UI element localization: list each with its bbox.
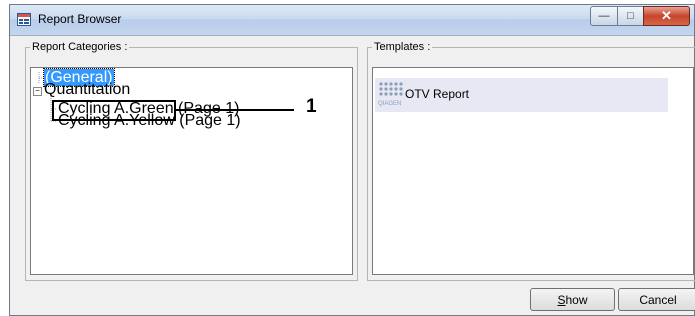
maximize-icon: □ [627, 10, 634, 22]
maximize-button[interactable]: □ [617, 6, 644, 26]
show-button-mnemonic: S [557, 292, 566, 307]
template-label: OTV Report [405, 87, 470, 101]
callout-leader-line [176, 109, 294, 111]
cancel-button-label: Cancel [639, 292, 677, 307]
show-button-label: how [565, 292, 588, 307]
templates-list[interactable]: QIAGEN OTV Report [372, 67, 694, 275]
report-categories-legend: Report Categories : [32, 41, 128, 53]
categories-tree[interactable]: (General) − Quantitation Cycling A.Green … [30, 67, 353, 275]
show-button[interactable]: Show [530, 288, 615, 311]
tree-item-label: Quantitation [44, 81, 131, 98]
minimize-icon: — [598, 10, 610, 22]
close-icon: ✕ [661, 8, 672, 23]
templates-legend: Templates : [374, 41, 431, 53]
close-button[interactable]: ✕ [643, 6, 690, 26]
template-item-otv-report[interactable]: QIAGEN OTV Report [375, 78, 668, 112]
callout-highlight-box [52, 100, 176, 121]
cancel-button[interactable]: Cancel [618, 288, 695, 311]
title-bar: Report Browser — □ ✕ [10, 5, 694, 36]
collapse-icon[interactable]: − [33, 87, 42, 96]
qiagen-logo-text: QIAGEN [378, 101, 401, 107]
report-browser-window: Report Browser — □ ✕ Report Categories :… [9, 4, 695, 316]
report-browser-icon [17, 13, 31, 26]
tree-item-quantitation[interactable]: − Quantitation [33, 81, 131, 98]
report-categories-group: Report Categories : (General) − Quantitat… [25, 41, 358, 281]
templates-group: Templates : QIAGEN OTV Report [367, 41, 695, 281]
callout-number: 1 [306, 96, 317, 117]
minimize-button[interactable]: — [590, 6, 618, 26]
window-title: Report Browser [38, 12, 122, 26]
qiagen-logo-icon: QIAGEN [378, 82, 403, 107]
